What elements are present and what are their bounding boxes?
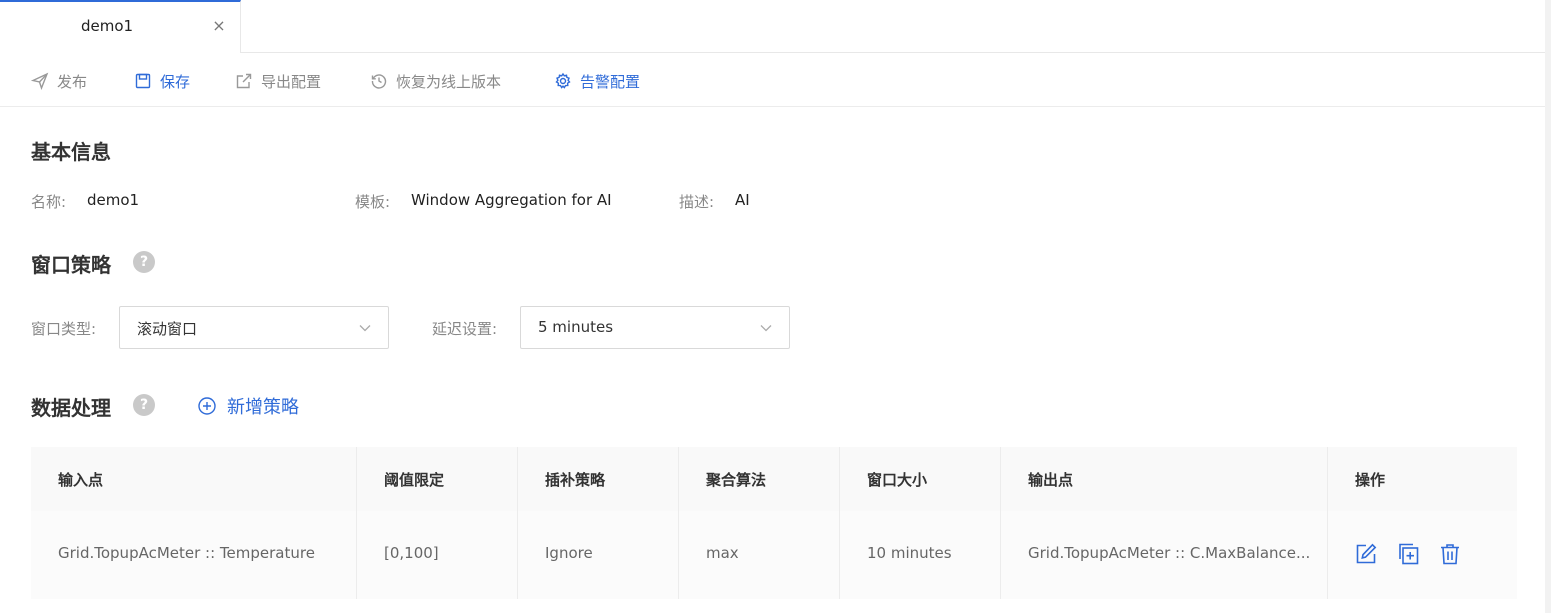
publish-label: 发布 bbox=[57, 72, 88, 91]
cell-input: Grid.TopupAcMeter :: Temperature bbox=[58, 544, 315, 562]
column-divider bbox=[1327, 447, 1328, 599]
restore-online-button[interactable]: 恢复为线上版本 bbox=[370, 71, 501, 91]
cell-aggregation: max bbox=[706, 544, 739, 562]
delay-label: 延迟设置: bbox=[432, 320, 498, 338]
tab-bar: demo1 × bbox=[0, 0, 1545, 53]
column-divider bbox=[356, 447, 357, 599]
add-strategy-label: 新增策略 bbox=[227, 397, 299, 418]
basic-info-title: 基本信息 bbox=[31, 140, 111, 164]
column-divider bbox=[839, 447, 840, 599]
column-header-actions: 操作 bbox=[1355, 471, 1386, 489]
tab-demo1[interactable]: demo1 × bbox=[0, 0, 241, 53]
toolbar: 发布 保存 导出配置 恢复为线上版本 告警配置 bbox=[0, 53, 1545, 107]
scrollbar[interactable] bbox=[1545, 0, 1551, 613]
tab-label: demo1 bbox=[81, 17, 134, 35]
chevron-down-icon bbox=[760, 325, 772, 332]
column-divider bbox=[517, 447, 518, 599]
window-type-value: 滚动窗口 bbox=[137, 320, 198, 338]
table-header bbox=[31, 447, 1517, 511]
column-header-input: 输入点 bbox=[58, 471, 104, 489]
cell-output: Grid.TopupAcMeter :: C.MaxBalance... bbox=[1028, 544, 1311, 562]
chevron-down-icon bbox=[359, 325, 371, 332]
history-icon bbox=[371, 74, 387, 89]
delay-select[interactable]: 5 minutes bbox=[520, 306, 790, 349]
send-icon bbox=[31, 72, 49, 90]
publish-button[interactable]: 发布 bbox=[31, 71, 87, 91]
edit-icon[interactable] bbox=[1354, 542, 1378, 566]
cell-fill: Ignore bbox=[545, 544, 593, 562]
description-label: 描述: bbox=[679, 193, 715, 211]
data-processing-title: 数据处理 bbox=[31, 396, 111, 420]
name-label: 名称: bbox=[31, 193, 67, 211]
column-header-aggregation: 聚合算法 bbox=[706, 471, 767, 489]
column-header-fill: 插补策略 bbox=[545, 471, 606, 489]
alarm-config-button[interactable]: 告警配置 bbox=[554, 71, 640, 91]
copy-icon[interactable] bbox=[1396, 542, 1420, 566]
restore-online-label: 恢复为线上版本 bbox=[396, 72, 502, 91]
description-value: AI bbox=[735, 191, 750, 209]
plus-circle-icon bbox=[198, 397, 216, 415]
external-link-icon bbox=[236, 73, 252, 89]
save-button[interactable]: 保存 bbox=[134, 71, 190, 91]
export-config-button[interactable]: 导出配置 bbox=[235, 71, 321, 91]
column-divider bbox=[678, 447, 679, 599]
column-divider bbox=[1000, 447, 1001, 599]
save-icon bbox=[135, 73, 151, 89]
column-header-threshold: 阈值限定 bbox=[384, 471, 445, 489]
alarm-config-label: 告警配置 bbox=[580, 72, 641, 91]
add-strategy-button[interactable]: 新增策略 bbox=[197, 394, 299, 418]
delay-value: 5 minutes bbox=[538, 318, 614, 336]
name-value: demo1 bbox=[87, 191, 140, 209]
help-icon[interactable]: ? bbox=[133, 251, 155, 273]
close-icon[interactable]: × bbox=[212, 17, 226, 35]
template-value: Window Aggregation for AI bbox=[411, 191, 612, 209]
template-label: 模板: bbox=[355, 193, 391, 211]
cell-window-size: 10 minutes bbox=[867, 544, 952, 562]
column-header-window-size: 窗口大小 bbox=[867, 471, 928, 489]
gear-icon bbox=[555, 72, 571, 89]
column-header-output: 输出点 bbox=[1028, 471, 1074, 489]
save-label: 保存 bbox=[160, 72, 191, 91]
window-type-label: 窗口类型: bbox=[31, 320, 97, 338]
help-icon[interactable]: ? bbox=[133, 394, 155, 416]
strategy-table: 输入点 阈值限定 插补策略 聚合算法 窗口大小 输出点 操作 Grid.Topu… bbox=[31, 447, 1517, 599]
trash-icon[interactable] bbox=[1438, 542, 1462, 566]
window-strategy-title: 窗口策略 bbox=[31, 253, 111, 277]
cell-threshold: [0,100] bbox=[384, 544, 439, 562]
export-config-label: 导出配置 bbox=[261, 72, 322, 91]
window-type-select[interactable]: 滚动窗口 bbox=[119, 306, 389, 349]
